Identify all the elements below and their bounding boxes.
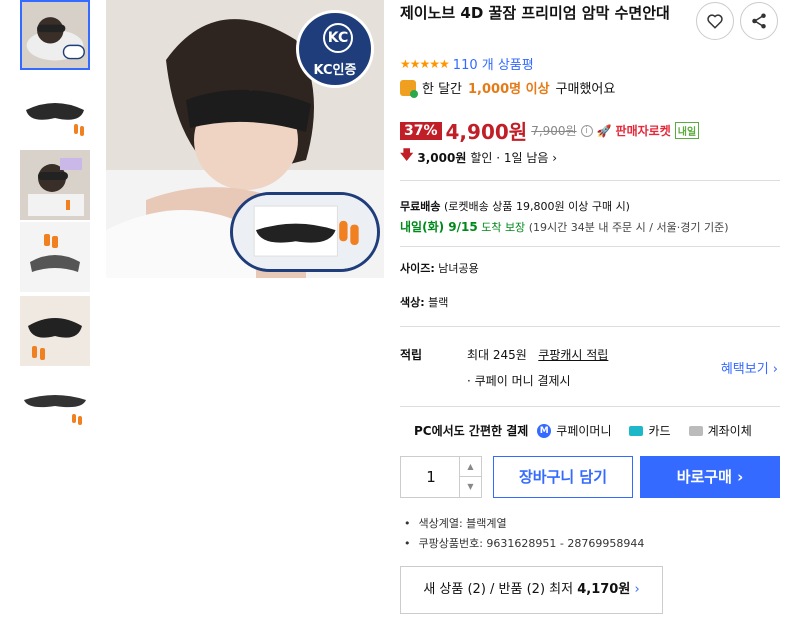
benefit-label: 적립 — [400, 348, 423, 362]
bought-suffix: 구매했어요 — [555, 82, 616, 97]
heart-icon — [707, 14, 723, 29]
payment-method-card: 카드 — [648, 424, 671, 438]
thumbnail-3[interactable] — [20, 150, 90, 220]
sale-price: 4,900원 — [445, 120, 528, 144]
benefit-line2: · 쿠페이 머니 결제시 — [467, 374, 571, 388]
free-shipping-row: 무료배송 (로켓배송 상품 19,800원 이상 구매 시) — [400, 198, 630, 214]
star-rating: ★★★★★ — [400, 56, 450, 71]
price-row: 37% 4,900원 7,900원 i 🚀 판매자로켓 내일 — [400, 116, 700, 145]
quantity-up-button[interactable]: ▲ — [459, 457, 481, 477]
benefit-line1: 최대 245원 쿠팡캐시 적립 — [467, 346, 608, 363]
bought-highlight: 1,000명 이상 — [468, 82, 550, 97]
chevron-right-icon: › — [634, 582, 640, 597]
purchase-count-row: 한 달간 1,000명 이상 구매했어요 — [400, 78, 616, 98]
kc-certification-badge: KC KC인증 — [296, 10, 374, 88]
rocket-icon: 🚀 — [596, 123, 612, 138]
divider — [400, 326, 780, 327]
free-shipping-label: 무료배송 — [400, 200, 441, 213]
card-icon — [629, 425, 644, 436]
product-title: 제이노브 4D 꿀잠 프리미엄 암막 수면안대 — [400, 4, 670, 22]
free-shipping-desc: (로켓배송 상품 19,800원 이상 구매 시) — [443, 200, 630, 213]
arrival-note: (19시간 34분 내 주문 시 / 서울·경기 기준) — [528, 221, 729, 234]
review-count-link[interactable]: 110 개 상품평 — [453, 54, 534, 73]
thumbnail-1[interactable] — [20, 0, 90, 70]
coupon-text: 할인 · 1일 남음 › — [470, 150, 558, 165]
product-details-list: 색상계열: 블랙계열 쿠팡상품번호: 9631628951 - 28769958… — [404, 514, 645, 554]
coupon-amount: 3,000원 — [417, 150, 467, 165]
arrival-guarantee: 도착 보장 — [481, 221, 526, 234]
quantity-input[interactable]: 1 — [401, 457, 461, 497]
color-option[interactable]: 색상: 블랙 — [400, 294, 448, 310]
benefit-more-link[interactable]: 혜택보기 › — [721, 358, 778, 377]
arrival-date: 내일(화) 9/15 — [400, 220, 478, 234]
quantity-stepper[interactable]: 1 ▲ ▼ — [400, 456, 482, 498]
thumbnail-6[interactable] — [20, 368, 90, 438]
original-price: 7,900원 — [531, 124, 577, 138]
seller-rocket-badge: 판매자로켓 — [615, 124, 671, 138]
thumbnail-2[interactable] — [20, 76, 90, 146]
thumbnail-5[interactable] — [20, 296, 90, 366]
discount-badge: 37% — [400, 121, 442, 140]
divider — [400, 246, 780, 247]
shopping-bag-icon — [400, 79, 418, 98]
payment-method-coupay: 쿠페이머니 — [556, 424, 612, 438]
coupay-icon: M — [537, 423, 552, 438]
share-button[interactable] — [740, 2, 778, 40]
add-to-cart-button[interactable]: 장바구니 담기 — [493, 456, 633, 498]
divider — [400, 406, 780, 407]
arrow-down-icon: 🡇 — [400, 148, 414, 163]
wishlist-button[interactable] — [696, 2, 734, 40]
kc-label: KC인증 — [313, 63, 357, 78]
payment-label: PC에서도 간편한 결제 — [414, 424, 529, 438]
payment-method-bank: 계좌이체 — [707, 424, 752, 438]
tomorrow-badge: 내일 — [674, 122, 700, 139]
arrival-row: 내일(화) 9/15 도착 보장 (19시간 34분 내 주문 시 / 서울·경… — [400, 218, 729, 235]
list-item: 쿠팡상품번호: 9631628951 - 28769958944 — [404, 534, 645, 554]
rating-row[interactable]: ★★★★★ 110 개 상품평 — [400, 54, 534, 74]
buy-now-button[interactable]: 바로구매 › — [640, 456, 780, 498]
product-inset-image — [230, 192, 380, 272]
bank-transfer-icon — [688, 425, 703, 436]
color-label: 색상: — [400, 296, 425, 309]
other-sellers-button[interactable]: 새 상품 (2) / 반품 (2) 최저 4,170원 › — [400, 566, 663, 614]
info-icon[interactable]: i — [580, 124, 593, 137]
share-icon — [752, 13, 766, 29]
thumbnail-4[interactable] — [20, 222, 90, 292]
size-value: 남녀공용 — [438, 262, 479, 275]
other-sellers-text: 새 상품 (2) / 반품 (2) 최저 — [423, 582, 574, 597]
payment-methods-row: PC에서도 간편한 결제 M 쿠페이머니 카드 계좌이체 — [414, 422, 752, 439]
quantity-down-button[interactable]: ▼ — [459, 477, 481, 497]
coupang-cash-link[interactable]: 쿠팡캐시 적립 — [538, 348, 608, 362]
divider — [400, 180, 780, 181]
benefit-max: 최대 245원 — [467, 348, 527, 362]
color-value: 블랙 — [428, 296, 449, 309]
bought-prefix: 한 달간 — [422, 82, 463, 97]
list-item: 색상계열: 블랙계열 — [404, 514, 644, 534]
kc-logo: KC — [323, 23, 353, 53]
other-sellers-price: 4,170원 — [577, 582, 631, 597]
size-label: 사이즈: — [400, 262, 435, 275]
size-option[interactable]: 사이즈: 남녀공용 — [400, 260, 479, 276]
main-product-image[interactable]: KC KC인증 — [106, 0, 384, 278]
coupon-row[interactable]: 🡇 3,000원 할인 · 1일 남음 › — [400, 146, 557, 168]
